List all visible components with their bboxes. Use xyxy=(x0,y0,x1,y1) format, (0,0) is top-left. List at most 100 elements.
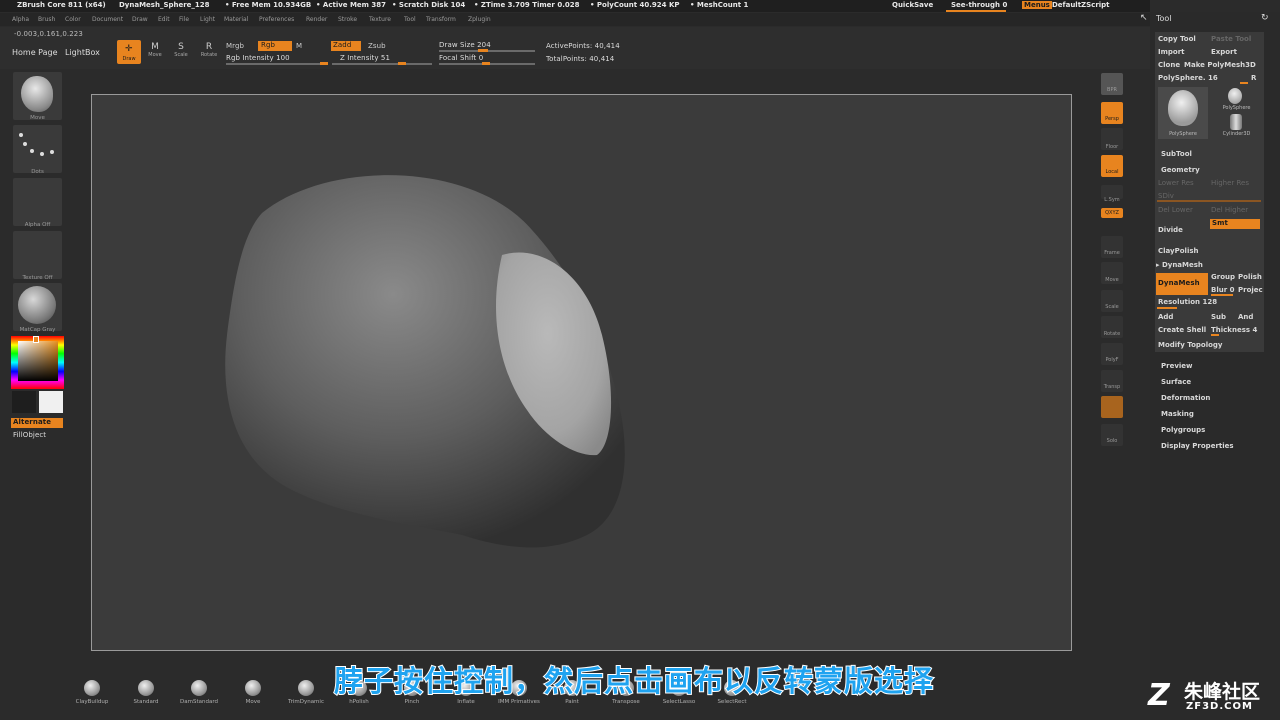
resolution-slider[interactable]: Resolution 128 xyxy=(1158,298,1217,306)
menu-color[interactable]: Color xyxy=(65,16,81,23)
polish-toggle[interactable]: Polish xyxy=(1238,273,1262,281)
claypolish-header[interactable]: ClayPolish xyxy=(1158,247,1199,255)
surface-header[interactable]: Surface xyxy=(1161,378,1191,386)
z-intensity-knob[interactable] xyxy=(398,62,406,65)
secondary-color-swatch[interactable] xyxy=(12,391,36,413)
thickness-slider-knob[interactable] xyxy=(1211,334,1219,336)
smt-toggle[interactable]: Smt xyxy=(1210,219,1260,229)
color-picker-square[interactable] xyxy=(18,341,58,381)
r-button[interactable]: R xyxy=(1251,74,1256,82)
brush-0-icon[interactable] xyxy=(84,680,100,696)
main-color-swatch[interactable] xyxy=(39,391,63,413)
menu-file[interactable]: File xyxy=(179,16,189,23)
stroke-thumbnail[interactable] xyxy=(13,125,62,173)
rotate-mode-button[interactable]: R Rotate xyxy=(198,42,220,64)
polygroups-header[interactable]: Polygroups xyxy=(1161,426,1205,434)
menu-edit[interactable]: Edit xyxy=(158,16,170,23)
preview-header[interactable]: Preview xyxy=(1161,362,1193,370)
menu-document[interactable]: Document xyxy=(92,16,123,23)
brush-1-icon[interactable] xyxy=(138,680,154,696)
rgb-intensity-slider[interactable]: Rgb Intensity 100 xyxy=(226,54,290,62)
and-button[interactable]: And xyxy=(1238,313,1253,321)
menu-zplugin[interactable]: Zplugin xyxy=(468,16,491,23)
rgb-intensity-knob[interactable] xyxy=(320,62,328,65)
ghost-button[interactable] xyxy=(1101,396,1123,418)
polysphere-slider[interactable]: PolySphere. 16 xyxy=(1158,74,1218,82)
focal-shift-knob[interactable] xyxy=(482,62,490,65)
fillobject-button[interactable]: FillObject xyxy=(13,431,46,439)
export-button[interactable]: Export xyxy=(1211,48,1237,56)
mrgb-button[interactable]: Mrgb xyxy=(226,42,244,50)
see-through-slider[interactable]: See-through 0 xyxy=(951,1,1007,9)
create-shell-button[interactable]: Create Shell xyxy=(1158,326,1206,334)
texture-thumbnail[interactable] xyxy=(13,231,62,279)
alpha-thumbnail[interactable] xyxy=(13,178,62,226)
current-tool-thumbnail[interactable]: PolySphere xyxy=(1158,87,1208,139)
brush-4-icon[interactable] xyxy=(298,680,314,696)
menu-alpha[interactable]: Alpha xyxy=(12,16,29,23)
sdiv-slider[interactable]: SDiv xyxy=(1158,192,1174,200)
color-picker[interactable] xyxy=(11,336,64,389)
zsub-button[interactable]: Zsub xyxy=(368,42,386,50)
copy-tool-button[interactable]: Copy Tool xyxy=(1158,35,1196,43)
menu-draw[interactable]: Draw xyxy=(132,16,148,23)
menu-transform[interactable]: Transform xyxy=(426,16,456,23)
zadd-button[interactable]: Zadd xyxy=(331,41,361,51)
sub-button[interactable]: Sub xyxy=(1211,313,1226,321)
brush-3-icon[interactable] xyxy=(245,680,261,696)
material-thumbnail[interactable] xyxy=(13,283,62,331)
polysphere-tool-thumbnail[interactable]: PolySphere xyxy=(1212,87,1261,113)
polysphere-slider-knob[interactable] xyxy=(1240,82,1248,84)
color-picker-marker[interactable] xyxy=(33,336,39,343)
clone-button[interactable]: Clone xyxy=(1158,61,1180,69)
focal-shift-slider[interactable]: Focal Shift 0 xyxy=(439,54,483,62)
del-higher-button[interactable]: Del Higher xyxy=(1211,206,1248,214)
z-intensity-slider[interactable]: Z Intensity 51 xyxy=(340,54,390,62)
paste-tool-button[interactable]: Paste Tool xyxy=(1211,35,1251,43)
draw-size-slider[interactable]: Draw Size 204 xyxy=(439,41,491,49)
m-button[interactable]: M xyxy=(296,42,302,50)
draw-size-knob[interactable] xyxy=(478,49,488,52)
add-button[interactable]: Add xyxy=(1158,313,1173,321)
lightbox-button[interactable]: LightBox xyxy=(65,48,100,57)
group-toggle[interactable]: Group xyxy=(1211,273,1235,281)
menu-preferences[interactable]: Preferences xyxy=(259,16,294,23)
menu-material[interactable]: Material xyxy=(224,16,248,23)
del-lower-button[interactable]: Del Lower xyxy=(1158,206,1193,214)
menu-tool[interactable]: Tool xyxy=(404,16,416,23)
divide-button[interactable]: Divide xyxy=(1158,226,1183,234)
higher-res-button[interactable]: Higher Res xyxy=(1211,179,1249,187)
geometry-header[interactable]: Geometry xyxy=(1161,166,1200,174)
masking-header[interactable]: Masking xyxy=(1161,410,1194,418)
brush-thumbnail[interactable] xyxy=(13,72,62,120)
thickness-slider[interactable]: Thickness 4 xyxy=(1211,326,1257,334)
quicksave-button[interactable]: QuickSave xyxy=(892,1,933,9)
palette-arrow-icon[interactable]: ↖ xyxy=(1140,13,1148,23)
display-properties-header[interactable]: Display Properties xyxy=(1161,442,1234,450)
menu-render[interactable]: Render xyxy=(306,16,327,23)
alternate-button[interactable]: Alternate xyxy=(11,418,63,428)
menu-stroke[interactable]: Stroke xyxy=(338,16,357,23)
deformation-header[interactable]: Deformation xyxy=(1161,394,1210,402)
scale-mode-button[interactable]: S Scale xyxy=(171,42,191,64)
import-button[interactable]: Import xyxy=(1158,48,1185,56)
refresh-icon[interactable]: ↻ xyxy=(1261,13,1269,23)
dynamesh-header[interactable]: ▸ DynaMesh xyxy=(1156,261,1203,269)
move-mode-button[interactable]: M Move xyxy=(145,42,165,64)
cylinder-tool-thumbnail[interactable]: Cylinder3D xyxy=(1212,113,1261,139)
blur-slider[interactable]: Blur 0 xyxy=(1211,286,1234,294)
document-canvas[interactable] xyxy=(91,94,1072,651)
menus-button[interactable]: Menus xyxy=(1022,1,1052,9)
dynamesh-button[interactable]: DynaMesh xyxy=(1156,273,1208,295)
modify-topology-header[interactable]: Modify Topology xyxy=(1158,341,1223,349)
draw-mode-button[interactable]: ✛ Draw xyxy=(117,40,141,64)
menu-brush[interactable]: Brush xyxy=(38,16,55,23)
rgb-button[interactable]: Rgb xyxy=(258,41,292,51)
menu-texture[interactable]: Texture xyxy=(369,16,391,23)
lower-res-button[interactable]: Lower Res xyxy=(1158,179,1194,187)
home-page-button[interactable]: Home Page xyxy=(12,48,58,57)
subtool-header[interactable]: SubTool xyxy=(1161,150,1192,158)
make-polymesh-button[interactable]: Make PolyMesh3D xyxy=(1184,61,1256,69)
project-toggle[interactable]: Projec xyxy=(1238,286,1263,294)
default-zscript[interactable]: DefaultZScript xyxy=(1052,1,1110,9)
